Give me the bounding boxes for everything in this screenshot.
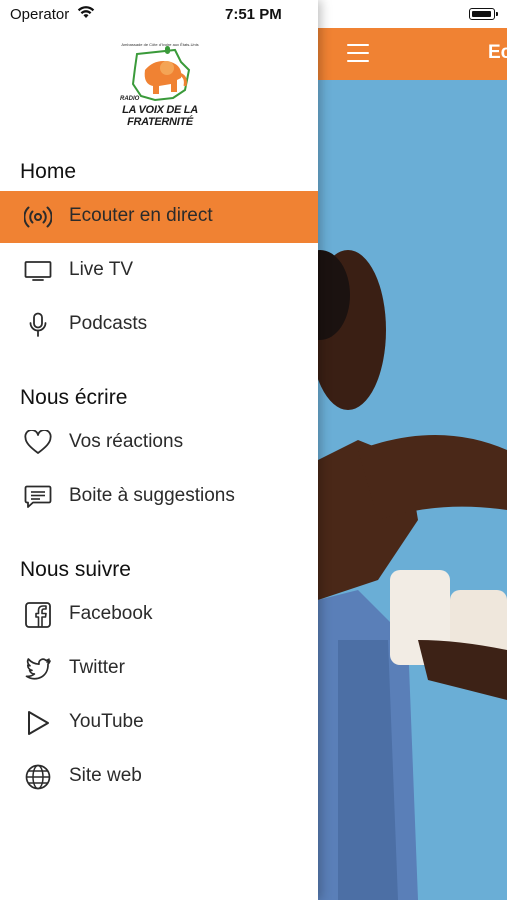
status-bar: Operator 7:51 PM <box>0 0 318 28</box>
menu-label-listen-live: Ecouter en direct <box>69 205 213 226</box>
logo-station-name: LA VOIX DE LA FRATERNITÉ <box>112 104 208 128</box>
message-icon <box>24 485 52 508</box>
navigation-drawer: Operator 7:51 PM Ambassade de Côte d'Ivo… <box>0 0 318 900</box>
microphone-icon <box>29 312 47 337</box>
menu-item-podcasts[interactable]: Podcasts <box>0 299 318 351</box>
menu-label-twitter: Twitter <box>69 657 125 678</box>
tv-icon <box>24 261 52 281</box>
menu-item-reactions[interactable]: Vos réactions <box>0 417 318 469</box>
battery-icon <box>469 8 498 20</box>
menu-item-listen-live[interactable]: Ecouter en direct <box>0 191 318 243</box>
menu-label-website: Site web <box>69 765 142 786</box>
globe-icon <box>25 764 51 790</box>
section-title-home: Home <box>20 160 77 183</box>
status-time: 7:51 PM <box>225 6 282 23</box>
menu-item-facebook[interactable]: Facebook <box>0 589 318 641</box>
menu-item-twitter[interactable]: Twitter <box>0 643 318 695</box>
menu-label-facebook: Facebook <box>69 603 153 624</box>
menu-item-suggestions[interactable]: Boite à suggestions <box>0 471 318 523</box>
section-title-write: Nous écrire <box>20 386 128 409</box>
twitter-icon <box>25 658 51 680</box>
logo-radio-text: RADIO <box>120 96 140 102</box>
hamburger-menu-icon[interactable] <box>347 44 369 62</box>
menu-label-live-tv: Live TV <box>69 259 134 280</box>
main-screen: Ec <box>318 0 507 900</box>
carrier-name: Operator <box>10 6 70 23</box>
menu-label-youtube: YouTube <box>69 711 144 732</box>
logo-name-line1: LA VOIX DE LA <box>122 104 198 116</box>
menu-label-podcasts: Podcasts <box>69 313 148 334</box>
menu-item-live-tv[interactable]: Live TV <box>0 245 318 297</box>
menu-item-youtube[interactable]: YouTube <box>0 697 318 749</box>
hero-photo <box>318 80 507 900</box>
menu-label-suggestions: Boite à suggestions <box>69 485 235 506</box>
broadcast-icon <box>24 206 52 228</box>
main-status-bar <box>318 0 507 28</box>
logo-name-line2: FRATERNITÉ <box>127 116 193 128</box>
menu-label-reactions: Vos réactions <box>69 431 184 452</box>
wifi-icon <box>77 6 95 18</box>
heart-icon <box>24 430 52 454</box>
main-header: Ec <box>318 28 507 80</box>
section-title-follow: Nous suivre <box>20 558 131 581</box>
facebook-icon <box>25 602 51 628</box>
play-icon <box>28 711 49 735</box>
menu-item-website[interactable]: Site web <box>0 751 318 803</box>
main-title: Ec <box>488 42 507 63</box>
